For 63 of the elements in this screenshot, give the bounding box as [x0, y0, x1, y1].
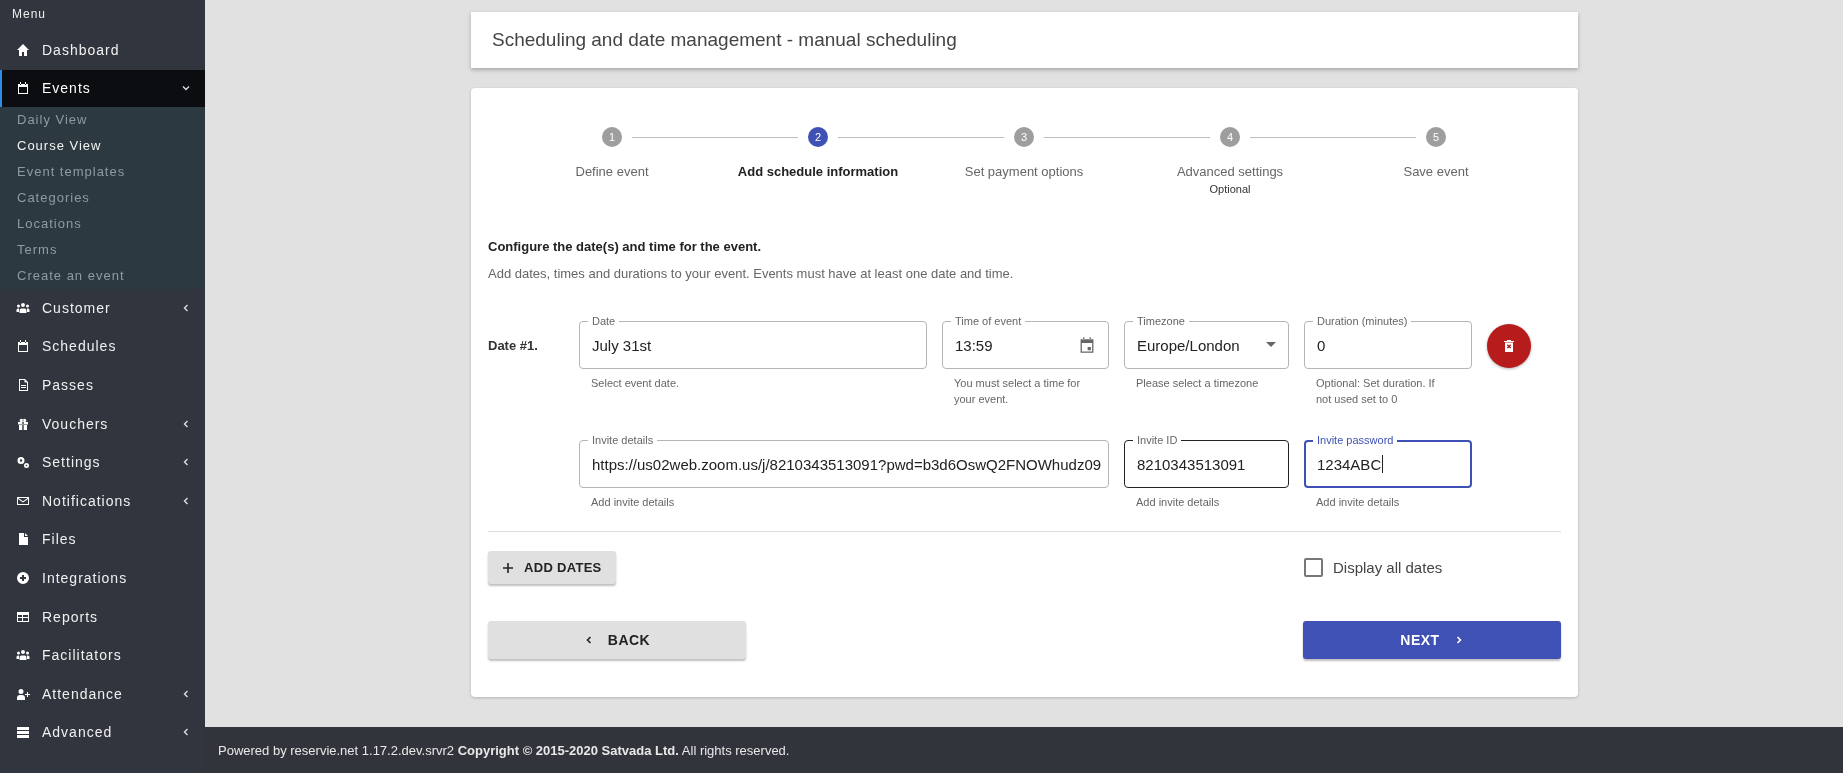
- home-icon: [16, 43, 30, 58]
- submenu-item[interactable]: Categories: [0, 184, 205, 211]
- calendar-icon: [16, 339, 30, 354]
- add-dates-button[interactable]: ADD DATES: [488, 551, 616, 584]
- submenu-item[interactable]: Locations: [0, 210, 205, 237]
- page-title: Scheduling and date management - manual scheduling: [492, 29, 957, 51]
- nav-item[interactable]: Schedules: [0, 327, 205, 366]
- submenu-item[interactable]: Daily View: [0, 106, 205, 133]
- nav-item[interactable]: Vouchers: [0, 404, 205, 443]
- helper-text: Please select a timezone: [1136, 376, 1260, 391]
- helper-text: Add invite details: [1316, 495, 1401, 510]
- next-button[interactable]: NEXT: [1303, 621, 1561, 659]
- nav-item[interactable]: Dashboard: [0, 31, 205, 70]
- nav-item[interactable]: Customer: [0, 288, 205, 328]
- nav-item[interactable]: Files: [0, 520, 205, 559]
- calendar-icon[interactable]: [1078, 336, 1096, 354]
- file-icon: [16, 532, 30, 547]
- section-heading: Configure the date(s) and time for the event.: [488, 239, 763, 254]
- submenu-item[interactable]: Event templates: [0, 158, 205, 185]
- step-label[interactable]: Set payment options: [964, 164, 1084, 179]
- helper-text: Add invite details: [591, 495, 676, 510]
- nav-item[interactable]: Events: [0, 69, 205, 107]
- nav-item[interactable]: Passes: [0, 365, 205, 405]
- step-label[interactable]: Save event: [1403, 164, 1469, 179]
- user-plus-icon: [16, 686, 30, 701]
- helper-text: Add invite details: [1136, 495, 1221, 510]
- submenu-item[interactable]: Terms: [0, 236, 205, 263]
- step-label[interactable]: Advanced settings: [1176, 164, 1284, 179]
- checkbox[interactable]: [1304, 558, 1323, 577]
- table-icon: [16, 609, 30, 624]
- gears-icon: [16, 455, 30, 470]
- helper-text: You must select a time for your event.: [954, 376, 1082, 407]
- nav-item[interactable]: Reports: [0, 597, 205, 636]
- step-number[interactable]: 2: [808, 127, 828, 147]
- plus-icon: [502, 561, 514, 574]
- nav-item[interactable]: Advanced: [0, 713, 205, 752]
- menu-title: Menu: [11, 6, 48, 23]
- calendar-icon: [16, 81, 30, 96]
- date-label: Date #1.: [488, 337, 539, 355]
- nav-item[interactable]: Attendance: [0, 674, 205, 714]
- back-button[interactable]: BACK: [488, 621, 746, 659]
- dropdown-caret-icon[interactable]: [1266, 342, 1276, 348]
- nav-item[interactable]: Settings: [0, 442, 205, 482]
- helper-text: Optional: Set duration. If not used set to 0: [1316, 376, 1436, 407]
- step-note: Optional: [1209, 183, 1251, 195]
- checkbox-label[interactable]: Display all dates: [1333, 559, 1443, 576]
- gift-icon: [16, 416, 30, 431]
- users-icon: [16, 648, 30, 663]
- submenu-item[interactable]: Create an event: [0, 262, 205, 289]
- step-label[interactable]: Define event: [575, 164, 649, 179]
- nav-item[interactable]: Facilitators: [0, 635, 205, 675]
- section-description: Add dates, times and durations to your event. Events must have at least one date and time.: [488, 266, 1015, 281]
- trash-icon: [1502, 339, 1516, 353]
- submenu-item[interactable]: Course View: [0, 132, 205, 159]
- users-icon: [16, 300, 30, 315]
- nav-item[interactable]: Notifications: [0, 481, 205, 521]
- step-label[interactable]: Add schedule information: [737, 164, 899, 179]
- document-icon: [16, 378, 30, 393]
- delete-button[interactable]: [1487, 324, 1531, 368]
- copyright-text: Powered by reservie.net 1.17.2.dev.srvr2 Copyright © 2015-2020 Satvada Ltd. All rights reserved.: [218, 742, 790, 758]
- helper-text: Select event date.: [591, 376, 681, 391]
- server-icon: [16, 725, 30, 740]
- nav-item[interactable]: Integrations: [0, 558, 205, 598]
